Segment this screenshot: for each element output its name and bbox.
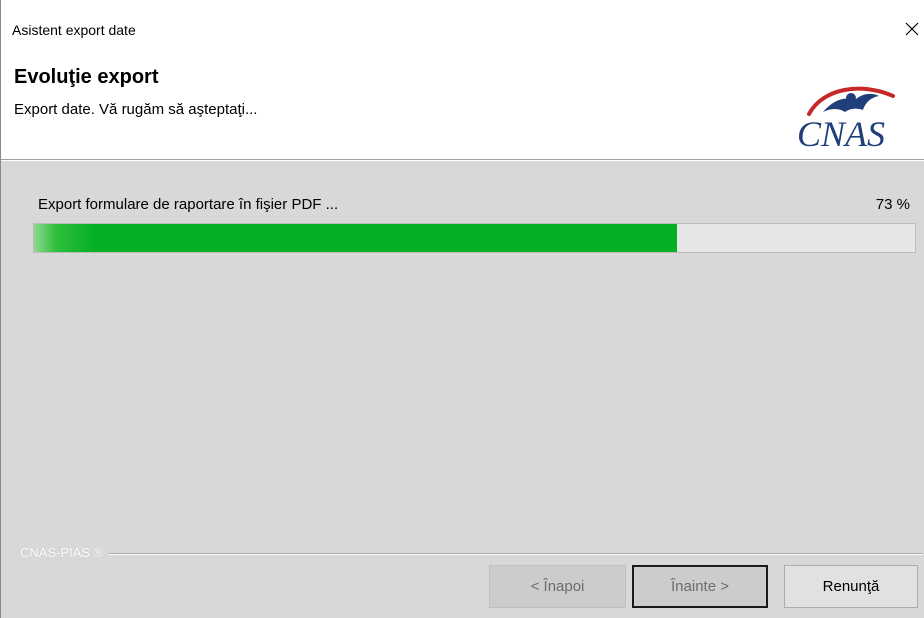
wizard-header: Evoluţie export Export date. Vă rugăm să… bbox=[1, 46, 924, 160]
progress-bar bbox=[33, 223, 916, 253]
page-subtitle: Export date. Vă rugăm să aşteptaţi... bbox=[14, 101, 258, 118]
back-button[interactable]: < Înapoi bbox=[489, 565, 626, 608]
wizard-content: Export formulare de raportare în fişier … bbox=[1, 160, 924, 618]
title-bar: Asistent export date bbox=[1, 0, 924, 46]
progress-bar-fill bbox=[34, 224, 678, 252]
page-title: Evoluţie export bbox=[14, 66, 159, 88]
close-icon bbox=[905, 22, 919, 36]
cancel-button[interactable]: Renunţă bbox=[784, 565, 918, 608]
window-title: Asistent export date bbox=[12, 22, 136, 38]
brand-separator: CNAS-PIAS ® bbox=[20, 546, 922, 560]
logo-text: CNAS bbox=[797, 114, 885, 150]
next-button[interactable]: Înainte > bbox=[632, 565, 768, 608]
close-button[interactable] bbox=[900, 17, 924, 41]
brand-text: CNAS-PIAS ® bbox=[20, 546, 110, 560]
export-wizard-window: Asistent export date Evoluţie export Exp… bbox=[0, 0, 924, 618]
cnas-logo-icon: CNAS bbox=[797, 86, 895, 150]
progress-status-text: Export formulare de raportare în fişier … bbox=[38, 196, 339, 213]
progress-percent: 73 % bbox=[875, 196, 910, 213]
separator-line bbox=[20, 553, 922, 555]
